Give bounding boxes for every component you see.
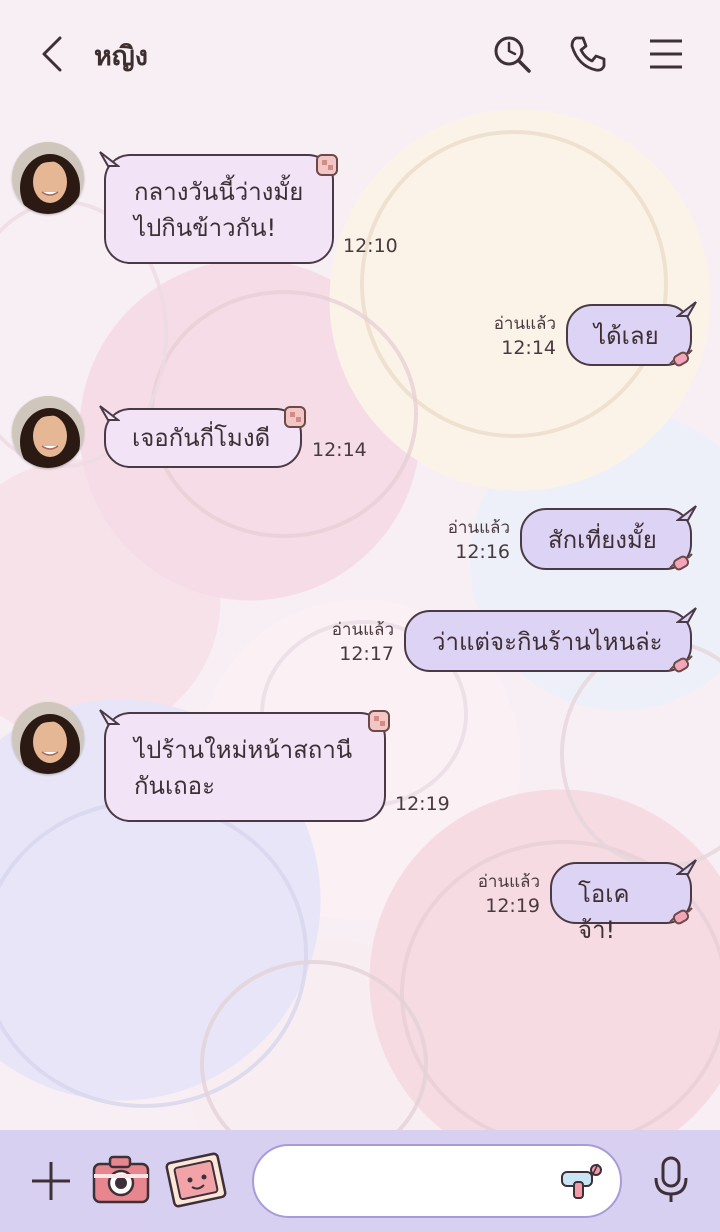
read-receipt: อ่านแล้ว 12:17 (318, 618, 394, 666)
message-bubble-incoming[interactable]: ไปร้านใหม่หน้าสถานี กันเถอะ (99, 709, 386, 822)
search-button[interactable] (490, 32, 534, 76)
contact-avatar[interactable] (12, 396, 84, 468)
call-button[interactable] (566, 32, 610, 76)
message-text-line: กลางวันนี้ว่างมั้ย (134, 178, 304, 206)
message-text: สักเที่ยงมั้ย (548, 526, 657, 554)
add-button[interactable] (28, 1158, 74, 1204)
voice-button[interactable] (648, 1154, 694, 1206)
contact-avatar[interactable] (12, 702, 84, 774)
bubble-tail (676, 505, 697, 521)
read-label: อ่านแล้ว (447, 518, 510, 538)
message-bubble-incoming[interactable]: กลางวันนี้ว่างมั้ย ไปกินข้าวกัน! (99, 151, 334, 264)
mic-icon (654, 1156, 688, 1202)
message-input[interactable] (252, 1144, 622, 1218)
plus-icon (32, 1162, 70, 1200)
candy-sticker-icon (669, 907, 693, 925)
message-time: 12:16 (455, 541, 510, 563)
message-time: 12:14 (312, 439, 367, 461)
sticker-icon (165, 1152, 227, 1208)
sticker-button[interactable] (162, 1148, 232, 1214)
read-receipt: อ่านแล้ว 12:16 (434, 516, 510, 564)
message-bubble-incoming[interactable]: เจอกันกี่โมงดี (99, 405, 302, 468)
read-receipt: อ่านแล้ว 12:14 (480, 312, 556, 360)
message-text-line: กันเถอะ (134, 772, 215, 800)
bubble-tail (99, 709, 120, 725)
message-input-bar (0, 1130, 720, 1232)
read-label: อ่านแล้ว (331, 620, 394, 640)
message-bubble-outgoing[interactable]: สักเที่ยงมั้ย (520, 505, 697, 570)
bubble-tail (676, 859, 697, 875)
camera-button[interactable] (90, 1152, 152, 1208)
message-time: 12:19 (485, 895, 540, 917)
emoji-gun-icon (561, 1163, 602, 1199)
background-character (560, 640, 720, 868)
menu-button[interactable] (644, 32, 688, 76)
avatar-photo (12, 396, 84, 468)
message-text-line: ไปร้านใหม่หน้าสถานี (134, 736, 353, 764)
avatar-photo (12, 142, 84, 214)
candy-sticker-icon (669, 349, 693, 367)
candy-sticker-icon (669, 553, 693, 571)
message-text: ได้เลย (594, 322, 659, 350)
contact-avatar[interactable] (12, 142, 84, 214)
message-time: 12:19 (395, 793, 450, 815)
avatar-photo (12, 702, 84, 774)
message-time: 12:17 (339, 643, 394, 665)
cookie-sticker-icon (316, 154, 338, 176)
message-text: ว่าแต่จะกินร้านไหนล่ะ (432, 628, 663, 656)
bubble-tail (676, 607, 697, 623)
read-label: อ่านแล้ว (477, 872, 540, 892)
message-text-line: เจอกันกี่โมงดี (132, 424, 271, 452)
chat-header: หญิง (0, 0, 720, 108)
message-text-line: ไปกินข้าวกัน! (134, 214, 277, 242)
read-label: อ่านแล้ว (493, 314, 556, 334)
cookie-sticker-icon (368, 710, 390, 732)
bubble-tail (99, 405, 120, 421)
message-time: 12:14 (501, 337, 556, 359)
back-button[interactable] (32, 32, 76, 76)
candy-sticker-icon (669, 655, 693, 673)
bubble-tail (676, 301, 697, 317)
message-time: 12:10 (343, 235, 398, 257)
back-icon (42, 36, 62, 72)
emoji-button[interactable] (556, 1158, 604, 1206)
message-bubble-outgoing[interactable]: ว่าแต่จะกินร้านไหนล่ะ (404, 607, 697, 672)
cookie-sticker-icon (284, 406, 306, 428)
search-icon (494, 36, 531, 73)
camera-icon (92, 1155, 150, 1204)
chat-title: หญิง (94, 41, 148, 72)
bubble-tail (99, 151, 120, 167)
read-receipt: อ่านแล้ว 12:19 (464, 870, 540, 918)
phone-icon (570, 36, 606, 72)
menu-icon (650, 39, 682, 69)
